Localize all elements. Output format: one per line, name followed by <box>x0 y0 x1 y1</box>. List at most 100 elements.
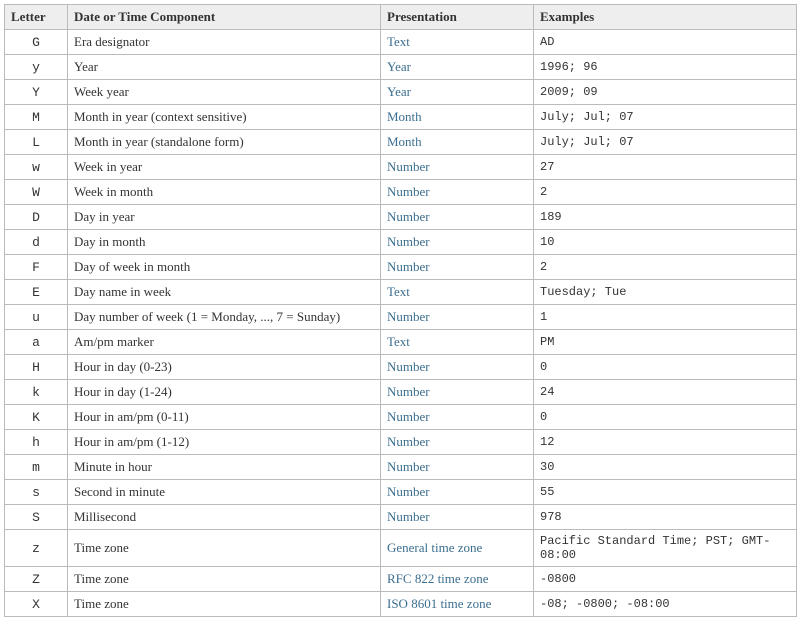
presentation-link[interactable]: General time zone <box>387 540 482 555</box>
table-row: WWeek in month Number 2 <box>5 180 797 205</box>
cell-presentation: Number <box>381 405 534 430</box>
cell-presentation: Text <box>381 280 534 305</box>
cell-component: Day name in week <box>68 280 381 305</box>
cell-letter: F <box>5 255 68 280</box>
presentation-link[interactable]: Number <box>387 484 430 499</box>
presentation-link[interactable]: Number <box>387 209 430 224</box>
presentation-link[interactable]: Text <box>387 34 410 49</box>
cell-presentation: Number <box>381 305 534 330</box>
cell-examples: July; Jul; 07 <box>534 130 797 155</box>
presentation-link[interactable]: Number <box>387 309 430 324</box>
cell-letter: s <box>5 480 68 505</box>
presentation-link[interactable]: Number <box>387 384 430 399</box>
cell-presentation: Number <box>381 505 534 530</box>
cell-examples: 1996; 96 <box>534 55 797 80</box>
cell-presentation: General time zone <box>381 530 534 567</box>
cell-component: Week in month <box>68 180 381 205</box>
presentation-link[interactable]: Number <box>387 359 430 374</box>
presentation-link[interactable]: Year <box>387 59 411 74</box>
presentation-link[interactable]: Number <box>387 409 430 424</box>
cell-presentation: Number <box>381 255 534 280</box>
cell-presentation: Month <box>381 130 534 155</box>
presentation-link[interactable]: Month <box>387 134 422 149</box>
table-row: HHour in day (0-23)Number0 <box>5 355 797 380</box>
cell-letter: h <box>5 430 68 455</box>
presentation-link[interactable]: Month <box>387 109 422 124</box>
cell-component: Month in year (standalone form) <box>68 130 381 155</box>
table-row: DDay in yearNumber189 <box>5 205 797 230</box>
cell-presentation: Year <box>381 55 534 80</box>
cell-examples: 0 <box>534 355 797 380</box>
cell-component: Year <box>68 55 381 80</box>
cell-letter: Y <box>5 80 68 105</box>
table-header-row: Letter Date or Time Component Presentati… <box>5 5 797 30</box>
cell-presentation: Number <box>381 380 534 405</box>
cell-component: Time zone <box>68 592 381 617</box>
presentation-link[interactable]: Number <box>387 459 430 474</box>
presentation-link[interactable]: Number <box>387 259 430 274</box>
cell-presentation: Number <box>381 355 534 380</box>
cell-presentation: RFC 822 time zone <box>381 567 534 592</box>
presentation-link[interactable]: Number <box>387 159 430 174</box>
table-row: kHour in day (1-24)Number24 <box>5 380 797 405</box>
cell-component: Month in year (context sensitive) <box>68 105 381 130</box>
presentation-link[interactable]: Number <box>387 184 430 199</box>
table-row: EDay name in weekTextTuesday; Tue <box>5 280 797 305</box>
cell-letter: a <box>5 330 68 355</box>
cell-component: Minute in hour <box>68 455 381 480</box>
cell-letter: z <box>5 530 68 567</box>
cell-examples: 978 <box>534 505 797 530</box>
cell-letter: K <box>5 405 68 430</box>
cell-examples: 12 <box>534 430 797 455</box>
table-row: YWeek yearYear2009; 09 <box>5 80 797 105</box>
table-row: KHour in am/pm (0-11)Number0 <box>5 405 797 430</box>
cell-presentation: Text <box>381 30 534 55</box>
cell-component: Day number of week (1 = Monday, ..., 7 =… <box>68 305 381 330</box>
cell-examples: 10 <box>534 230 797 255</box>
presentation-link[interactable]: Text <box>387 284 410 299</box>
cell-examples: 55 <box>534 480 797 505</box>
table-row: FDay of week in monthNumber2 <box>5 255 797 280</box>
cell-letter: u <box>5 305 68 330</box>
cell-letter: W <box>5 180 68 205</box>
header-examples: Examples <box>534 5 797 30</box>
cell-presentation: ISO 8601 time zone <box>381 592 534 617</box>
cell-letter: G <box>5 30 68 55</box>
presentation-link[interactable]: Year <box>387 84 411 99</box>
table-row: zTime zoneGeneral time zonePacific Stand… <box>5 530 797 567</box>
cell-presentation: Number <box>381 155 534 180</box>
cell-examples: 0 <box>534 405 797 430</box>
cell-presentation: Number <box>381 230 534 255</box>
presentation-link[interactable]: Number <box>387 434 430 449</box>
table-row: aAm/pm markerTextPM <box>5 330 797 355</box>
cell-examples: AD <box>534 30 797 55</box>
table-row: ZTime zoneRFC 822 time zone-0800 <box>5 567 797 592</box>
header-component: Date or Time Component <box>68 5 381 30</box>
cell-examples: -08; -0800; -08:00 <box>534 592 797 617</box>
presentation-link[interactable]: ISO 8601 time zone <box>387 596 491 611</box>
cell-examples: Tuesday; Tue <box>534 280 797 305</box>
presentation-link[interactable]: Text <box>387 334 410 349</box>
cell-letter: y <box>5 55 68 80</box>
cell-letter: d <box>5 230 68 255</box>
cell-letter: w <box>5 155 68 180</box>
table-row: wWeek in yearNumber27 <box>5 155 797 180</box>
presentation-link[interactable]: Number <box>387 234 430 249</box>
table-row: XTime zoneISO 8601 time zone-08; -0800; … <box>5 592 797 617</box>
cell-examples: 2 <box>534 180 797 205</box>
table-row: LMonth in year (standalone form)MonthJul… <box>5 130 797 155</box>
cell-presentation: Month <box>381 105 534 130</box>
cell-component: Second in minute <box>68 480 381 505</box>
cell-component: Week year <box>68 80 381 105</box>
table-row: yYearYear1996; 96 <box>5 55 797 80</box>
cell-presentation: Text <box>381 330 534 355</box>
cell-letter: Z <box>5 567 68 592</box>
presentation-link[interactable]: RFC 822 time zone <box>387 571 488 586</box>
cell-presentation: Number <box>381 480 534 505</box>
presentation-link[interactable]: Number <box>387 509 430 524</box>
header-letter: Letter <box>5 5 68 30</box>
cell-examples: 189 <box>534 205 797 230</box>
table-row: SMillisecondNumber978 <box>5 505 797 530</box>
cell-component: Hour in day (1-24) <box>68 380 381 405</box>
cell-component: Hour in am/pm (1-12) <box>68 430 381 455</box>
